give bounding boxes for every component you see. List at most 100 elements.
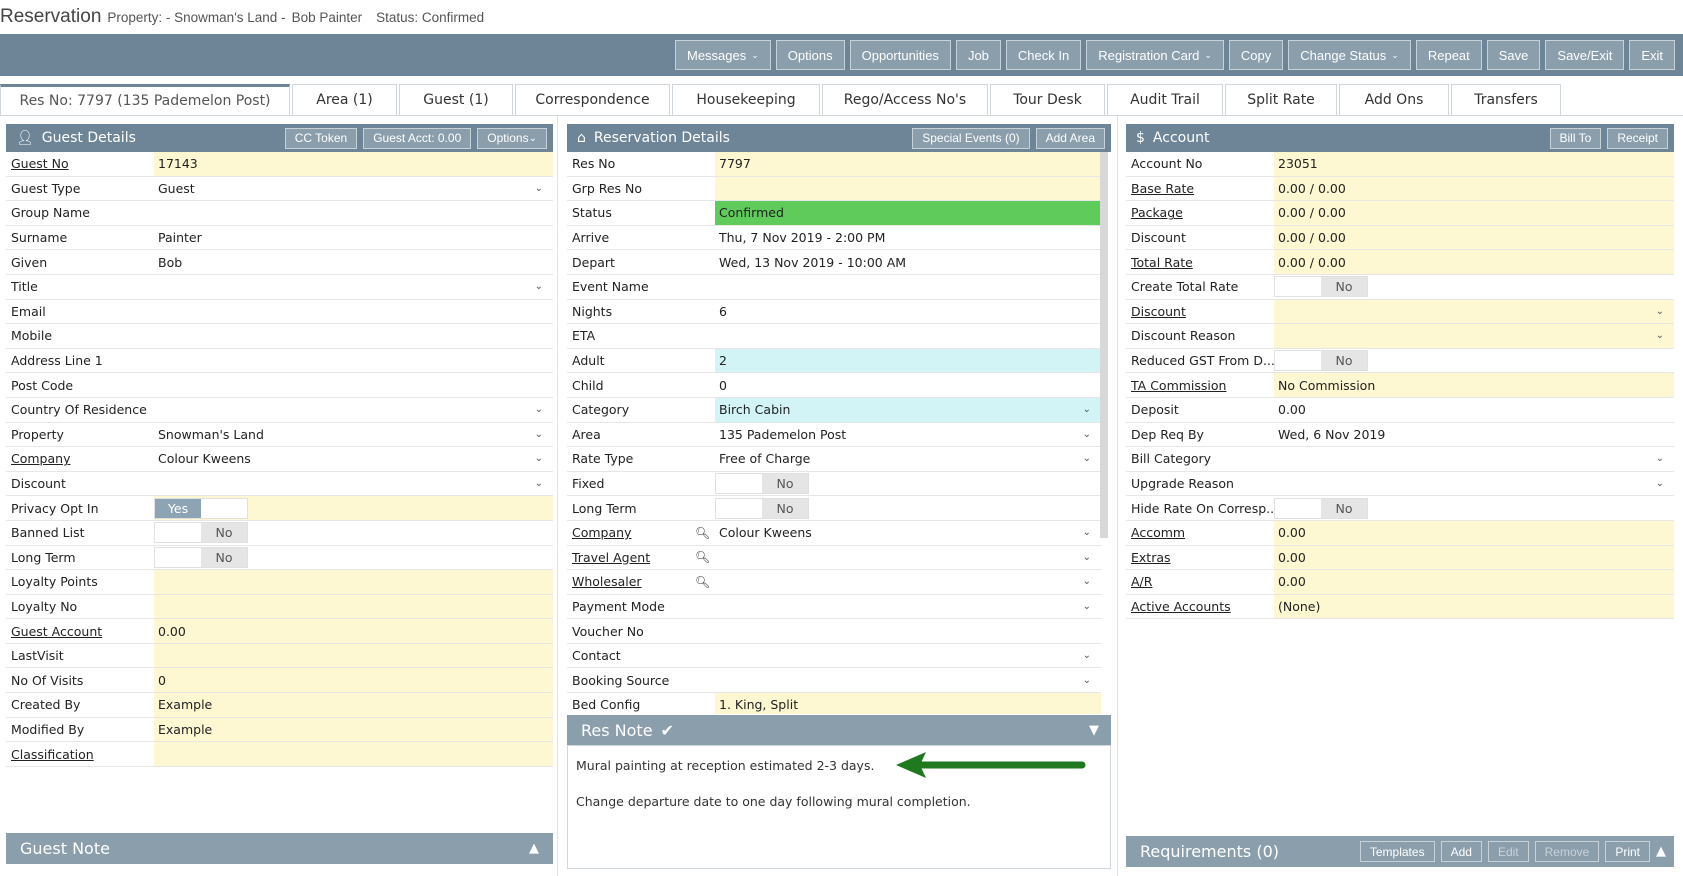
field-value-base-rate[interactable]: 0.00 / 0.00 [1274, 176, 1674, 201]
job-button[interactable]: Job [955, 40, 1001, 70]
tab-transfers[interactable]: Transfers [1451, 84, 1561, 115]
field-value-arrive[interactable]: Thu, 7 Nov 2019 - 2:00 PM [715, 226, 1101, 250]
field-value-property[interactable]: Snowman's Land ⌄ [154, 423, 553, 447]
field-value-adult[interactable]: 2 [715, 348, 1101, 373]
guest-note-bar[interactable]: Guest Note ▲ [6, 833, 553, 864]
toggle-switch[interactable]: No [715, 473, 809, 495]
field-value-create-total-rate[interactable]: No [1274, 275, 1674, 299]
field-label-accomm[interactable]: Accomm [1126, 521, 1274, 545]
res-note-header[interactable]: Res Note ✔ ▼ [567, 715, 1111, 745]
toggle-switch[interactable]: No [154, 546, 248, 568]
save-exit-button[interactable]: Save/Exit [1545, 40, 1625, 70]
field-value-hide-rate-on-corresp[interactable]: No [1274, 496, 1674, 520]
tab-split-rate[interactable]: Split Rate [1225, 84, 1337, 115]
tab-add-ons[interactable]: Add Ons [1339, 84, 1449, 115]
field-value-bed-config[interactable]: 1. King, Split [715, 693, 1101, 714]
field-label-total-rate[interactable]: Total Rate [1126, 250, 1274, 274]
field-value-child[interactable]: 0 [715, 373, 1101, 397]
field-label-package[interactable]: Package [1126, 201, 1274, 225]
field-value-discount[interactable]: 0.00 / 0.00 [1274, 225, 1674, 250]
tab-area-1[interactable]: Area (1) [292, 84, 397, 115]
receipt-button[interactable]: Receipt [1607, 127, 1668, 149]
chevron-down-icon[interactable]: ⌄ [535, 429, 543, 440]
field-label-discount[interactable]: Discount [1126, 300, 1274, 324]
chevron-down-icon[interactable]: ⌄ [1083, 404, 1091, 415]
chevron-down-icon[interactable]: ⌄ [1656, 453, 1664, 464]
search-icon[interactable]: 🔍︎ [695, 575, 710, 589]
field-label-company[interactable]: Company [6, 447, 154, 471]
tab-rego-access-no-s[interactable]: Rego/Access No's [822, 84, 988, 115]
field-label-ta-commission[interactable]: TA Commission [1126, 373, 1274, 397]
exit-button[interactable]: Exit [1629, 40, 1675, 70]
chevron-down-icon[interactable]: ⌄ [535, 404, 543, 415]
field-value-active-accounts[interactable]: (None) [1274, 594, 1674, 619]
field-value-loyalty-points[interactable] [154, 570, 553, 594]
field-value-discount-reason[interactable]: ⌄ [1274, 324, 1674, 348]
chevron-down-icon[interactable]: ⌄ [1083, 429, 1091, 440]
field-label-classification[interactable]: Classification [6, 742, 154, 766]
chevron-down-icon[interactable]: ⌄ [535, 281, 543, 292]
field-label-active-accounts[interactable]: Active Accounts [1126, 595, 1274, 619]
field-value-wholesaler[interactable]: 🔍︎ ⌄ [695, 570, 1101, 594]
search-icon[interactable]: 🔍︎ [695, 526, 710, 540]
edit-button[interactable]: Edit [1487, 841, 1529, 862]
tab-housekeeping[interactable]: Housekeeping [672, 84, 820, 115]
chevron-down-icon[interactable]: ⌄ [535, 183, 543, 194]
field-value-total-rate[interactable]: 0.00 / 0.00 [1274, 250, 1674, 274]
toggle-switch[interactable]: No [1274, 350, 1368, 372]
options-button[interactable]: Options [775, 40, 845, 70]
check-in-button[interactable]: Check In [1005, 40, 1082, 70]
field-value-bill-category[interactable]: ⌄ [1274, 447, 1674, 471]
chevron-down-icon[interactable]: ⌄ [535, 453, 543, 464]
templates-button[interactable]: Templates [1359, 841, 1435, 862]
chevron-up-icon[interactable]: ▲ [1656, 844, 1666, 859]
add-button[interactable]: Add [1440, 841, 1482, 862]
chevron-down-icon[interactable]: ⌄ [1083, 453, 1091, 464]
field-value-account-no[interactable]: 23051 [1274, 152, 1674, 176]
field-value-email[interactable] [154, 300, 553, 324]
field-value-voucher-no[interactable] [715, 619, 1101, 643]
field-value-area[interactable]: 135 Pademelon Post ⌄ [715, 423, 1101, 447]
copy-button[interactable]: Copy [1228, 40, 1284, 70]
search-icon[interactable]: 🔍︎ [695, 550, 710, 564]
toggle-switch[interactable]: No [154, 522, 248, 544]
tab-correspondence[interactable]: Correspondence [515, 84, 670, 115]
field-label-guest-no[interactable]: Guest No [6, 152, 154, 176]
field-value-lastvisit[interactable] [154, 643, 553, 668]
field-value-given[interactable]: Bob [154, 250, 553, 274]
field-value-accomm[interactable]: 0.00 [1274, 520, 1674, 545]
field-value-guest-account[interactable]: 0.00 [154, 619, 553, 643]
chevron-down-icon[interactable]: ⌄ [1083, 552, 1091, 563]
registration-card-button[interactable]: Registration Card ⌄ [1086, 40, 1224, 70]
field-value-upgrade-reason[interactable]: ⌄ [1274, 472, 1674, 496]
field-value-group-name[interactable] [154, 201, 553, 225]
field-value-address-line-1[interactable] [154, 349, 553, 373]
field-value-travel-agent[interactable]: 🔍︎ ⌄ [695, 546, 1101, 570]
field-value-modified-by[interactable]: Example [154, 717, 553, 742]
chevron-down-icon[interactable]: ⌄ [1656, 330, 1664, 341]
chevron-down-icon[interactable]: ⌄ [1083, 601, 1091, 612]
field-value-deposit[interactable]: 0.00 [1274, 398, 1674, 422]
field-value-country-of-residence[interactable]: ⌄ [154, 398, 553, 422]
field-value-depart[interactable]: Wed, 13 Nov 2019 - 10:00 AM [715, 250, 1101, 274]
field-value-eta[interactable] [715, 324, 1101, 348]
field-value-surname[interactable]: Painter [154, 226, 553, 250]
repeat-button[interactable]: Repeat [1415, 40, 1482, 70]
field-label-company[interactable]: Company [567, 521, 715, 545]
chevron-down-icon[interactable]: ⌄ [1656, 306, 1664, 317]
field-value-privacy-opt-in[interactable]: Yes [154, 496, 553, 520]
field-label-guest-account[interactable]: Guest Account [6, 619, 154, 643]
guest-acct-0-00-button[interactable]: Guest Acct: 0.00 [363, 127, 472, 149]
field-value-banned-list[interactable]: No [154, 521, 553, 545]
toggle-switch[interactable]: No [1274, 276, 1368, 298]
chevron-down-icon[interactable]: ⌄ [1083, 527, 1091, 538]
field-value-payment-mode[interactable]: ⌄ [715, 595, 1101, 619]
tab-guest-1[interactable]: Guest (1) [399, 84, 513, 115]
field-value-extras[interactable]: 0.00 [1274, 545, 1674, 570]
field-value-grp-res-no[interactable] [715, 176, 1101, 201]
field-value-guest-no[interactable]: 17143 [154, 152, 553, 176]
opportunities-button[interactable]: Opportunities [849, 40, 951, 70]
toggle-switch[interactable]: Yes [154, 497, 248, 519]
chevron-down-icon[interactable]: ⌄ [1083, 650, 1091, 661]
print-button[interactable]: Print [1605, 841, 1650, 862]
